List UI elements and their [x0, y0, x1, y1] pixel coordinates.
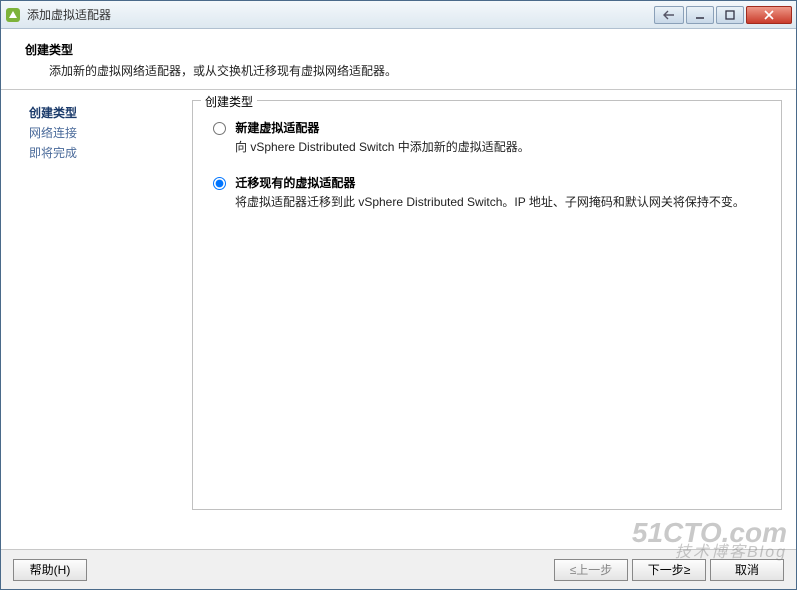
- creation-type-group: 创建类型 新建虚拟适配器 向 vSphere Distributed Switc…: [192, 100, 782, 510]
- maximize-button[interactable]: [716, 6, 744, 24]
- group-legend: 创建类型: [201, 93, 257, 110]
- back-button[interactable]: ≤上一步: [554, 559, 628, 581]
- radio-new-adapter[interactable]: [213, 122, 226, 135]
- help-button[interactable]: 帮助(H): [13, 559, 87, 581]
- dialog-window: 添加虚拟适配器 创建类型 添加新的虚拟网络适配器，或从交换机迁移现有虚拟网络适配…: [0, 0, 797, 590]
- minimize-button[interactable]: [686, 6, 714, 24]
- page-subtitle: 添加新的虚拟网络适配器，或从交换机迁移现有虚拟网络适配器。: [49, 62, 780, 79]
- main-panel: 创建类型 新建虚拟适配器 向 vSphere Distributed Switc…: [186, 90, 796, 549]
- page-title: 创建类型: [25, 41, 780, 58]
- step-creation-type[interactable]: 创建类型: [29, 104, 176, 121]
- content-area: 创建类型 添加新的虚拟网络适配器，或从交换机迁移现有虚拟网络适配器。 创建类型 …: [1, 29, 796, 589]
- window-buttons: [654, 6, 792, 24]
- option-new-adapter: 新建虚拟适配器 向 vSphere Distributed Switch 中添加…: [213, 119, 767, 156]
- radio-migrate-adapter[interactable]: [213, 177, 226, 190]
- step-network-connection[interactable]: 网络连接: [29, 124, 176, 141]
- option-migrate-adapter-label[interactable]: 迁移现有的虚拟适配器: [213, 176, 355, 190]
- step-sidebar: 创建类型 网络连接 即将完成: [1, 90, 186, 549]
- option-migrate-adapter-desc: 将虚拟适配器迁移到此 vSphere Distributed Switch。IP…: [235, 194, 767, 211]
- option-new-adapter-label[interactable]: 新建虚拟适配器: [213, 121, 319, 135]
- option-new-adapter-desc: 向 vSphere Distributed Switch 中添加新的虚拟适配器。: [235, 139, 767, 156]
- step-ready-complete[interactable]: 即将完成: [29, 144, 176, 161]
- close-button[interactable]: [746, 6, 792, 24]
- titlebar[interactable]: 添加虚拟适配器: [1, 1, 796, 29]
- next-button[interactable]: 下一步≥: [632, 559, 706, 581]
- window-title: 添加虚拟适配器: [27, 6, 654, 23]
- option-migrate-adapter: 迁移现有的虚拟适配器 将虚拟适配器迁移到此 vSphere Distribute…: [213, 174, 767, 211]
- cancel-button[interactable]: 取消: [710, 559, 784, 581]
- wizard-footer: 帮助(H) ≤上一步 下一步≥ 取消: [1, 549, 796, 589]
- wizard-body: 创建类型 网络连接 即将完成 创建类型 新建虚拟适配器 向 vSphere Di…: [1, 90, 796, 549]
- back-nav-button[interactable]: [654, 6, 684, 24]
- app-icon: [5, 7, 21, 23]
- wizard-header: 创建类型 添加新的虚拟网络适配器，或从交换机迁移现有虚拟网络适配器。: [1, 29, 796, 90]
